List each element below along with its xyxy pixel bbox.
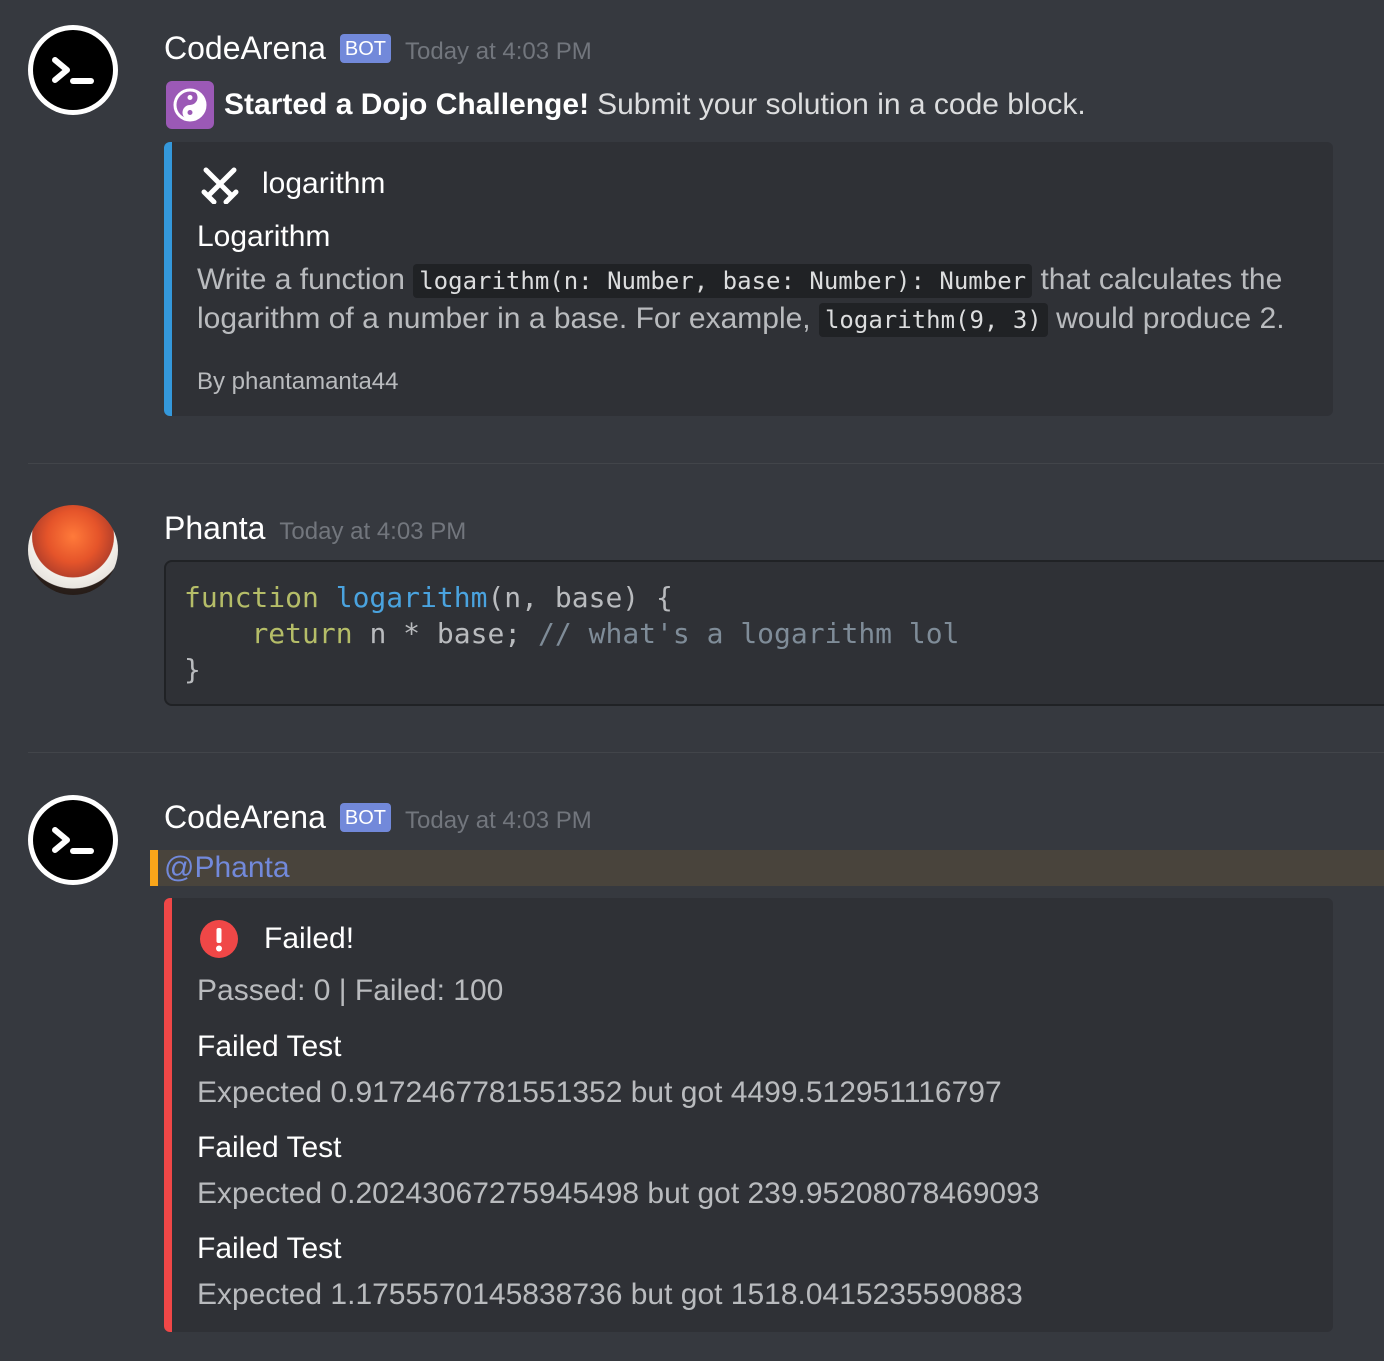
code-block[interactable]: function logarithm(n, base) { return n *…: [164, 560, 1384, 706]
inline-code: logarithm(n: Number, base: Number): Numb…: [413, 264, 1033, 298]
embed-header: Failed!: [200, 920, 354, 958]
embed-title: Logarithm: [197, 220, 331, 253]
terminal-prompt-icon: [52, 57, 94, 84]
mention-highlight: @Phanta: [150, 850, 1384, 886]
user-mention[interactable]: @Phanta: [164, 850, 290, 886]
username[interactable]: CodeArena: [164, 30, 326, 67]
bot-tag: BOT: [339, 34, 392, 63]
embed-author-name: logarithm: [262, 167, 386, 200]
terminal-prompt-icon: [52, 827, 94, 854]
field-value: Expected 1.1755570145838736 but got 1518…: [197, 1278, 1023, 1311]
field-name: Failed Test: [197, 1030, 342, 1063]
code-text: n * base;: [352, 617, 539, 650]
crossed-swords-icon: [201, 167, 239, 204]
challenge-embed: logarithm Logarithm Write a function log…: [164, 142, 1333, 416]
content-text: Submit your solution in a code block.: [597, 88, 1086, 121]
exclamation-circle-icon: [200, 920, 238, 958]
field-value: Expected 0.20243067275945498 but got 239…: [197, 1177, 1040, 1210]
message-content: Started a Dojo Challenge! Submit your so…: [166, 81, 1086, 129]
username[interactable]: Phanta: [164, 510, 265, 547]
desc-text: Write a function: [197, 263, 405, 296]
code-keyword: function: [184, 581, 319, 614]
codearena-avatar[interactable]: [28, 795, 118, 885]
embed-author: logarithm: [200, 164, 385, 204]
result-embed: Failed! Passed: 0 | Failed: 100 Failed T…: [164, 898, 1333, 1332]
field-name: Failed Test: [197, 1232, 342, 1265]
embed-description: Write a function logarithm(n: Number, ba…: [197, 261, 1317, 339]
code-keyword: return: [251, 617, 353, 650]
desc-text: would produce 2.: [1056, 302, 1285, 335]
message-divider: [28, 463, 1384, 464]
bot-tag: BOT: [339, 803, 392, 832]
test-summary: Passed: 0 | Failed: 100: [197, 974, 504, 1007]
timestamp: Today at 4:03 PM: [405, 38, 592, 65]
code-text: (n, base) {: [487, 581, 673, 614]
content-bold: Started a Dojo Challenge!: [224, 88, 590, 121]
codearena-avatar[interactable]: [28, 25, 118, 115]
code-comment: // what's a logarithm lol: [538, 617, 960, 650]
code-text: }: [184, 653, 201, 686]
code-function-name: logarithm: [335, 581, 488, 614]
inline-code: logarithm(9, 3): [818, 303, 1048, 337]
timestamp: Today at 4:03 PM: [279, 518, 467, 545]
phanta-avatar[interactable]: [28, 505, 118, 595]
timestamp: Today at 4:03 PM: [405, 807, 592, 834]
embed-footer: By phantamanta44: [197, 368, 399, 395]
yin-yang-icon: [166, 81, 214, 129]
username[interactable]: CodeArena: [164, 799, 326, 836]
field-value: Expected 0.9172467781551352 but got 4499…: [197, 1076, 1002, 1109]
message-divider: [28, 752, 1384, 753]
embed-title: Failed!: [264, 922, 355, 955]
field-name: Failed Test: [197, 1131, 342, 1164]
